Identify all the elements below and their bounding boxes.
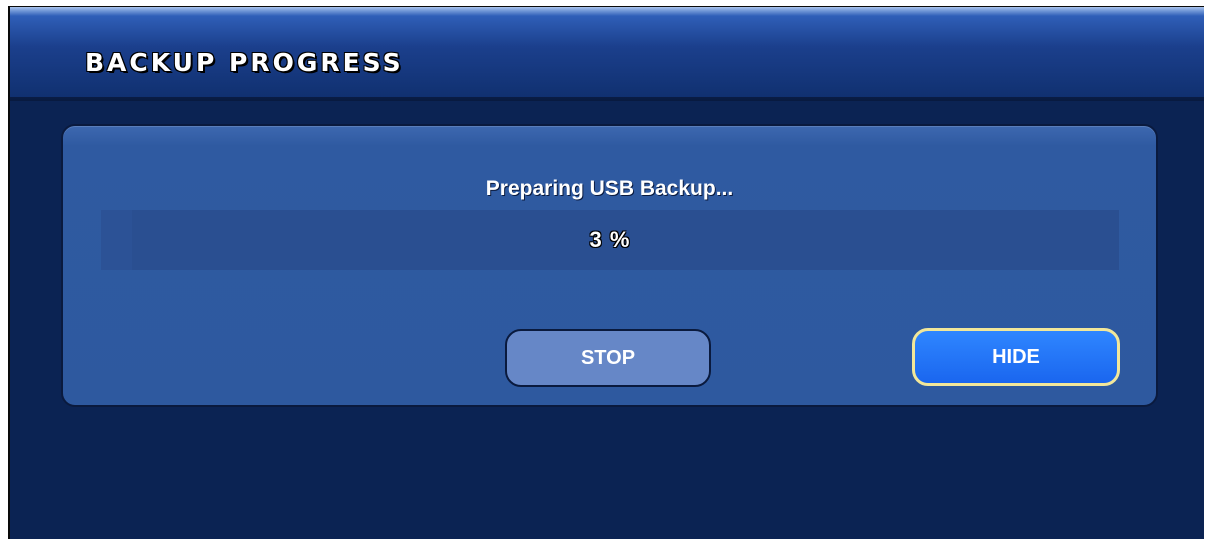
title-bar: BACKUP PROGRESS (10, 7, 1204, 101)
progress-bar: 3 % (101, 210, 1119, 270)
progress-panel: Preparing USB Backup... 3 % STOP HIDE (61, 124, 1158, 407)
window-title: BACKUP PROGRESS (85, 48, 404, 77)
status-message: Preparing USB Backup... (485, 177, 734, 200)
progress-percent: 3 % (589, 227, 631, 252)
stop-button[interactable]: STOP (505, 329, 711, 387)
hide-button[interactable]: HIDE (912, 328, 1120, 386)
backup-progress-window: BACKUP PROGRESS Preparing USB Backup... … (8, 6, 1204, 539)
